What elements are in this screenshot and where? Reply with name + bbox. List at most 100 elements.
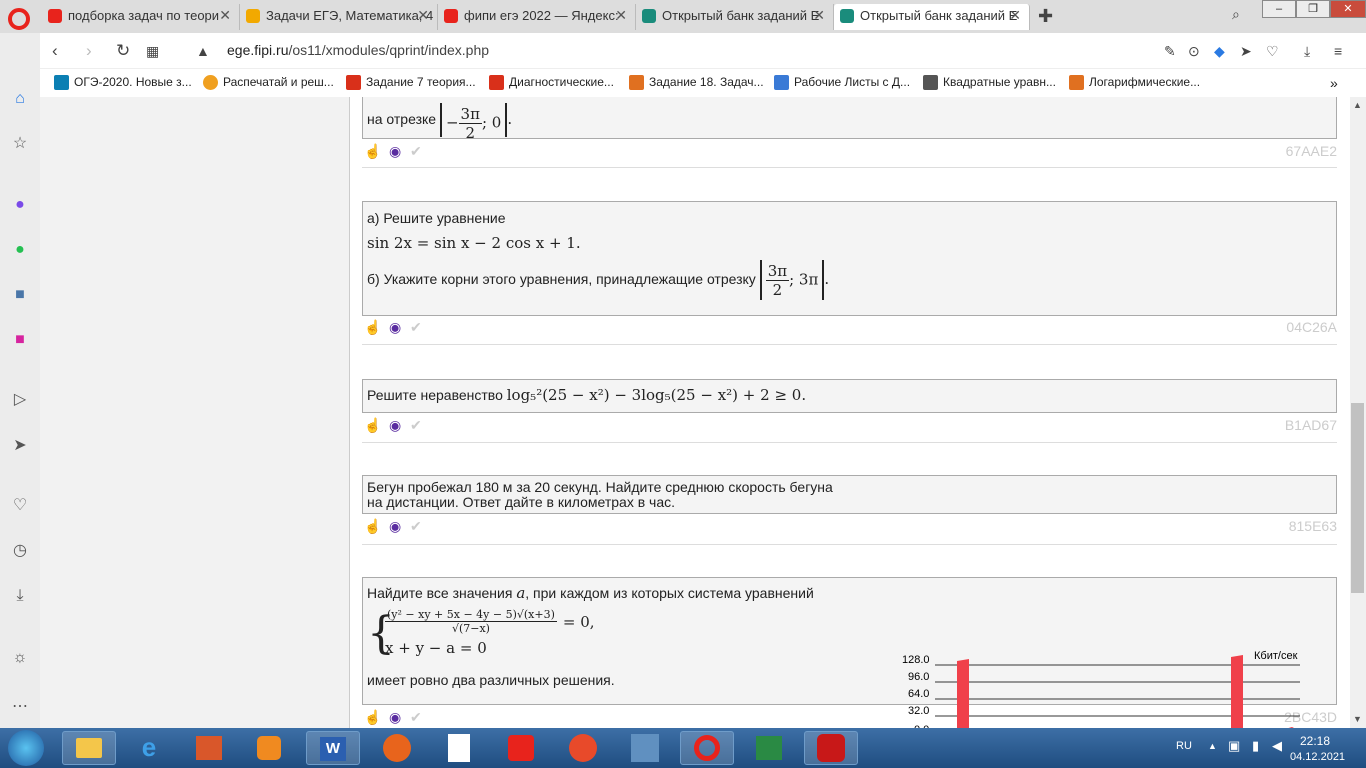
check-icon[interactable]: ✔ — [410, 709, 422, 726]
more-icon[interactable]: ⋯ — [10, 697, 30, 717]
check-icon[interactable]: ✔ — [410, 143, 422, 160]
maximize-icon[interactable]: ❐ — [1296, 0, 1330, 18]
scrollbar-thumb[interactable] — [1351, 403, 1364, 593]
close-tab-icon[interactable]: ✕ — [219, 7, 231, 24]
start-button[interactable] — [2, 728, 50, 768]
forward-icon[interactable]: › — [86, 41, 92, 61]
instagram-icon[interactable]: ■ — [10, 330, 30, 350]
internet-explorer-icon[interactable]: e — [122, 731, 176, 765]
excel-icon[interactable] — [742, 731, 796, 765]
new-tab-icon[interactable]: ✚ — [1038, 6, 1053, 27]
question-text: Бегун пробежал 180 м за 20 секунд. Найди… — [367, 479, 833, 495]
tab-4[interactable]: Открытый банк заданий Е ✕ — [636, 4, 834, 30]
close-tab-icon[interactable]: ✕ — [417, 7, 429, 24]
close-tab-icon[interactable]: ✕ — [813, 7, 825, 24]
bookmark-item[interactable]: Логарифмические... — [1069, 75, 1200, 90]
player-icon[interactable]: ▷ — [10, 390, 30, 410]
bookmark-item[interactable]: Рабочие Листы с Д... — [774, 75, 910, 90]
clock-time[interactable]: 22:18 — [1300, 734, 1330, 748]
messenger-icon[interactable]: ● — [10, 195, 30, 215]
question-text: б) Укажите корни этого уравнения, принад… — [367, 271, 756, 287]
firefox-icon[interactable] — [370, 731, 424, 765]
minimize-icon[interactable]: – — [1262, 0, 1296, 18]
heart-icon[interactable]: ♡ — [10, 496, 30, 516]
vpn-shield-icon[interactable]: ◆ — [1214, 43, 1225, 60]
hand-icon[interactable]: ☝ — [364, 319, 381, 336]
security-warning-icon[interactable]: ▲ — [196, 43, 210, 59]
home-icon[interactable]: ⌂ — [10, 89, 30, 109]
opera-alt-icon[interactable] — [804, 731, 858, 765]
eye-icon[interactable]: ◉ — [389, 709, 401, 726]
download-icon[interactable]: ⤓ — [10, 586, 30, 606]
bookmark-item[interactable]: ОГЭ-2020. Новые з... — [54, 75, 192, 90]
close-tab-icon[interactable]: ✕ — [1009, 7, 1021, 24]
inequality: log₅²(25 − x²) − 3log₅(25 − x²) + 2 ≥ 0. — [506, 386, 807, 404]
check-icon[interactable]: ✔ — [410, 319, 422, 336]
tab-2[interactable]: Задачи ЕГЭ, Математика, 4 ✕ — [240, 4, 438, 30]
search-tabs-icon[interactable]: ⌕ — [1232, 6, 1240, 23]
send-icon[interactable]: ➤ — [1240, 43, 1252, 60]
check-icon[interactable]: ✔ — [410, 518, 422, 535]
url-host: ege.fipi.ru — [227, 42, 289, 58]
traffic-spike — [957, 659, 969, 733]
edit-icon[interactable]: ✎ — [1164, 43, 1176, 60]
close-window-icon[interactable]: ✕ — [1330, 0, 1366, 18]
hand-icon[interactable]: ☝ — [364, 709, 381, 726]
bookmark-item[interactable]: Задание 18. Задач... — [629, 75, 764, 90]
download-icon[interactable]: ⤓ — [1304, 43, 1310, 60]
battery-icon[interactable]: ▮ — [1252, 738, 1259, 754]
check-icon[interactable]: ✔ — [410, 417, 422, 434]
scroll-up-icon[interactable]: ▲ — [1353, 100, 1362, 110]
history-icon[interactable]: ◷ — [10, 541, 30, 561]
menu-icon[interactable]: ≡ — [1334, 43, 1342, 59]
eye-icon[interactable]: ◉ — [389, 518, 401, 535]
word-icon[interactable]: W — [306, 731, 360, 765]
hand-icon[interactable]: ☝ — [364, 417, 381, 434]
hand-icon[interactable]: ☝ — [364, 518, 381, 535]
tab-1[interactable]: подборка задач по теори ✕ — [42, 4, 240, 30]
media-player-icon[interactable] — [242, 731, 296, 765]
vk-icon[interactable]: ■ — [10, 285, 30, 305]
eye-icon[interactable]: ◉ — [389, 319, 401, 336]
question-id: 67AAE2 — [1285, 143, 1337, 159]
close-tab-icon[interactable]: ✕ — [615, 7, 627, 24]
language-indicator[interactable]: RU — [1176, 740, 1192, 752]
tab-title: подборка задач по теори — [68, 8, 220, 23]
speed-dial-icon[interactable]: ▦ — [146, 43, 159, 60]
heart-icon[interactable]: ♡ — [1266, 43, 1279, 60]
star-icon[interactable]: ☆ — [10, 134, 30, 154]
lightbulb-icon[interactable]: ☼ — [10, 648, 30, 668]
scroll-down-icon[interactable]: ▼ — [1353, 714, 1362, 724]
reel-player-icon[interactable] — [556, 731, 610, 765]
clock-date[interactable]: 04.12.2021 — [1290, 751, 1345, 763]
camera-icon[interactable]: ⊙ — [1188, 43, 1200, 60]
blank-document-icon[interactable] — [432, 731, 486, 765]
bookmark-item[interactable]: Квадратные уравн... — [923, 75, 1056, 90]
eye-icon[interactable]: ◉ — [389, 417, 401, 434]
volume-icon[interactable]: ◀ — [1272, 738, 1282, 754]
bookmark-item[interactable]: Диагностические... — [489, 75, 614, 90]
tab-3[interactable]: фипи егэ 2022 — Яндекс: ✕ — [438, 4, 636, 30]
url-field[interactable]: ege.fipi.ru/os11/xmodules/qprint/index.p… — [227, 42, 489, 58]
network-icon[interactable]: ▣ — [1228, 738, 1240, 754]
opera-taskbar-icon[interactable] — [680, 731, 734, 765]
windows-logo-icon — [8, 730, 44, 766]
reload-icon[interactable]: ↻ — [116, 41, 130, 61]
traffic-spike — [1231, 655, 1243, 733]
yandex-browser-icon[interactable] — [494, 731, 548, 765]
back-icon[interactable]: ‹ — [52, 41, 58, 61]
tab-5-active[interactable]: Открытый банк заданий Е ✕ — [834, 4, 1030, 30]
eye-icon[interactable]: ◉ — [389, 143, 401, 160]
opera-menu-icon[interactable] — [8, 8, 30, 30]
explorer-icon[interactable] — [62, 731, 116, 765]
send-icon[interactable]: ➤ — [10, 436, 30, 456]
more-bookmarks-icon[interactable]: » — [1330, 75, 1338, 91]
tray-expand-icon[interactable]: ▲ — [1208, 741, 1217, 751]
hand-icon[interactable]: ☝ — [364, 143, 381, 160]
bookmark-item[interactable]: Задание 7 теория... — [346, 75, 476, 90]
app-icon[interactable] — [618, 731, 672, 765]
bookmark-item[interactable]: Распечатай и реш... — [203, 75, 334, 90]
powerpoint-icon[interactable] — [182, 731, 236, 765]
question-card: на отрезке −3π 2; 0. — [362, 97, 1337, 142]
whatsapp-icon[interactable]: ● — [10, 240, 30, 260]
